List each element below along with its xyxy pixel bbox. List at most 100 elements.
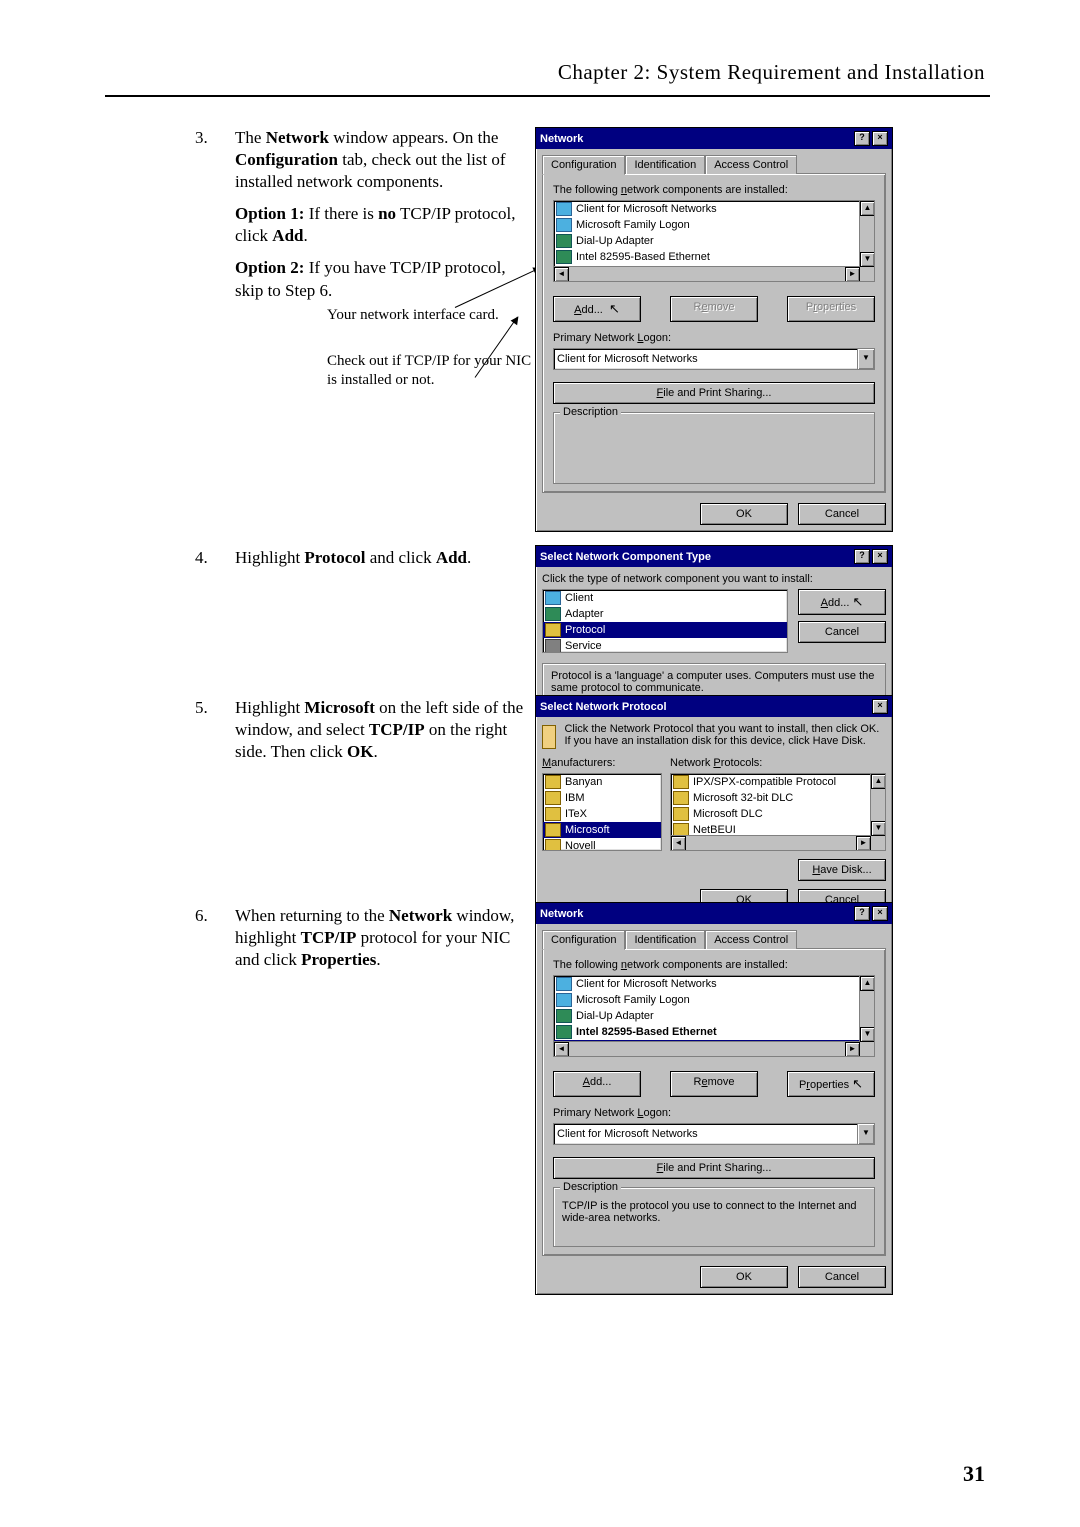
protocols-list[interactable]: IPX/SPX-compatible Protocol Microsoft 32… — [670, 773, 886, 851]
ok-button[interactable]: OK — [700, 1266, 788, 1288]
list-item[interactable]: Microsoft DLC — [671, 806, 885, 822]
have-disk-button[interactable]: Have Disk... — [798, 859, 886, 881]
scrollbar-horizontal[interactable]: ◄► — [671, 835, 871, 850]
step3-option1: Option 1: If there is no TCP/IP protocol… — [235, 203, 535, 247]
list-item[interactable]: Microsoft Family Logon — [554, 217, 874, 233]
remove-button[interactable]: Remove — [670, 296, 758, 322]
installed-components-label: The following network components are ins… — [553, 184, 875, 196]
properties-button[interactable]: Properties ↖ — [787, 1071, 875, 1097]
list-item[interactable]: Intel 82595-Based Ethernet — [554, 249, 874, 265]
protocols-label: Network Protocols: — [670, 757, 886, 769]
close-icon[interactable]: × — [872, 549, 888, 564]
close-icon[interactable]: × — [872, 906, 888, 921]
flag-icon — [545, 823, 561, 837]
list-item[interactable]: Dial-Up Adapter — [554, 1008, 874, 1024]
close-icon[interactable]: × — [872, 699, 888, 714]
cancel-button[interactable]: Cancel — [798, 503, 886, 525]
description-text: TCP/IP is the protocol you use to connec… — [562, 1200, 866, 1224]
scrollbar-vertical[interactable]: ▲▼ — [870, 774, 885, 850]
tab-identification[interactable]: Identification — [625, 930, 705, 949]
component-type-list[interactable]: Client Adapter Protocol Service — [542, 589, 788, 653]
cursor-icon: ↖ — [852, 1076, 863, 1092]
file-print-sharing-button[interactable]: File and Print Sharing... — [553, 382, 875, 404]
flag-icon — [673, 807, 689, 821]
tab-configuration[interactable]: Configuration — [542, 930, 625, 950]
list-item[interactable]: IBM — [543, 790, 661, 806]
cancel-button[interactable]: Cancel — [798, 1266, 886, 1288]
file-print-sharing-button[interactable]: File and Print Sharing... — [553, 1157, 875, 1179]
step4-number: 4. — [195, 547, 208, 569]
list-item[interactable]: Novell — [543, 838, 661, 851]
tab-access-control[interactable]: Access Control — [705, 930, 797, 949]
list-item[interactable]: Intel 82595-Based Ethernet — [554, 1024, 874, 1040]
flag-icon — [545, 791, 561, 805]
tab-identification[interactable]: Identification — [625, 155, 705, 174]
scrollbar-horizontal[interactable]: ◄► — [554, 266, 860, 281]
list-item[interactable]: Banyan — [543, 774, 661, 790]
components-list[interactable]: Client for Microsoft Networks Microsoft … — [553, 975, 875, 1057]
add-button[interactable]: Add... ↖ — [553, 296, 641, 322]
network-dialog-1: Network ? × Configuration Identification… — [535, 127, 893, 532]
dialog-title: Select Network Protocol — [540, 701, 667, 713]
list-item[interactable]: Client for Microsoft Networks — [554, 976, 874, 992]
list-item[interactable]: Service — [543, 638, 787, 653]
adapter-icon — [556, 1009, 572, 1023]
service-icon — [545, 639, 561, 653]
dialog-title: Select Network Component Type — [540, 551, 711, 563]
description-group-title: Description — [560, 1181, 621, 1193]
step6-text: When returning to the Network window, hi… — [235, 905, 535, 971]
list-item[interactable]: Client for Microsoft Networks — [554, 201, 874, 217]
ok-button[interactable]: OK — [700, 503, 788, 525]
adapter-icon — [556, 1025, 572, 1039]
chapter-title: Chapter 2: System Requirement and Instal… — [105, 60, 985, 85]
chevron-down-icon[interactable]: ▼ — [857, 1124, 874, 1144]
step4-text: Highlight Protocol and click Add. — [235, 547, 535, 569]
flag-icon — [545, 839, 561, 851]
manufacturers-list[interactable]: Banyan IBM ITeX Microsoft Novell — [542, 773, 662, 851]
chevron-down-icon[interactable]: ▼ — [857, 349, 874, 369]
flag-icon — [545, 775, 561, 789]
list-item[interactable]: Microsoft 32-bit DLC — [671, 790, 885, 806]
scrollbar-vertical[interactable]: ▲▼ — [859, 201, 874, 281]
help-icon[interactable]: ? — [854, 549, 870, 564]
primary-logon-combo[interactable]: Client for Microsoft Networks ▼ — [553, 1123, 875, 1145]
component-type-description: Protocol is a 'language' a computer uses… — [551, 670, 877, 694]
list-item[interactable]: Adapter — [543, 606, 787, 622]
list-item[interactable]: Client — [543, 590, 787, 606]
dialog-title: Network — [540, 133, 583, 145]
scrollbar-horizontal[interactable]: ◄► — [554, 1041, 860, 1056]
client-icon — [545, 591, 561, 605]
properties-button[interactable]: Properties — [787, 296, 875, 322]
add-button[interactable]: Add... — [553, 1071, 641, 1097]
tab-access-control[interactable]: Access Control — [705, 155, 797, 174]
select-type-label: Click the type of network component you … — [542, 573, 886, 585]
remove-button[interactable]: Remove — [670, 1071, 758, 1097]
list-item[interactable]: ITeX — [543, 806, 661, 822]
network-icon — [542, 725, 556, 749]
list-item-selected[interactable]: Microsoft — [543, 822, 661, 838]
client-icon — [556, 993, 572, 1007]
tab-configuration[interactable]: Configuration — [542, 155, 625, 175]
add-button[interactable]: Add... ↖ — [798, 589, 886, 615]
list-item-selected[interactable]: Protocol — [543, 622, 787, 638]
flag-icon — [673, 775, 689, 789]
list-item[interactable]: Microsoft Family Logon — [554, 992, 874, 1008]
close-icon[interactable]: × — [872, 131, 888, 146]
step6-number: 6. — [195, 905, 208, 927]
select-component-type-dialog: Select Network Component Type ? × Click … — [535, 545, 893, 708]
description-group-title: Description — [560, 406, 621, 418]
step5-number: 5. — [195, 697, 208, 719]
step5-text: Highlight Microsoft on the left side of … — [235, 697, 535, 763]
cursor-icon: ↖ — [609, 301, 620, 317]
list-item[interactable]: IPX/SPX-compatible Protocol — [671, 774, 885, 790]
cancel-button[interactable]: Cancel — [798, 621, 886, 643]
primary-logon-combo[interactable]: Client for Microsoft Networks ▼ — [553, 348, 875, 370]
list-item[interactable]: Dial-Up Adapter — [554, 233, 874, 249]
page-number: 31 — [963, 1461, 985, 1487]
help-icon[interactable]: ? — [854, 906, 870, 921]
components-list[interactable]: Client for Microsoft Networks Microsoft … — [553, 200, 875, 282]
client-icon — [556, 977, 572, 991]
help-icon[interactable]: ? — [854, 131, 870, 146]
scrollbar-vertical[interactable]: ▲▼ — [859, 976, 874, 1056]
adapter-icon — [545, 607, 561, 621]
